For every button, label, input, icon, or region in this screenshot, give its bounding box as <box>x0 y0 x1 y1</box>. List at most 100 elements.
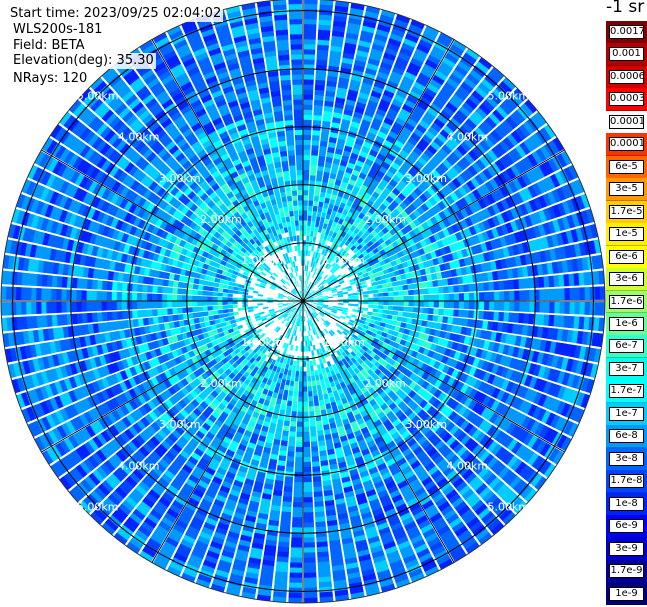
range-gate <box>305 270 308 277</box>
range-gate <box>151 285 158 293</box>
range-gate <box>368 304 374 309</box>
range-gate <box>378 292 384 297</box>
range-gate <box>514 301 520 312</box>
range-gate <box>327 296 334 299</box>
range-gate <box>303 74 315 80</box>
range-gate <box>306 260 310 267</box>
range-gate <box>539 289 545 301</box>
range-gate <box>76 301 82 313</box>
range-gate <box>398 296 405 301</box>
range-gate <box>217 309 224 315</box>
range-gate <box>368 301 374 305</box>
range-gate <box>304 8 318 15</box>
range-gate <box>393 291 399 296</box>
range-gate <box>408 295 415 301</box>
range-gate <box>303 109 313 115</box>
range-gate <box>20 302 27 315</box>
range-gate <box>289 572 302 579</box>
range-gate <box>289 577 302 584</box>
range-gate <box>252 305 259 309</box>
range-gate <box>348 303 354 307</box>
range-gate <box>428 308 435 315</box>
range-gate <box>292 507 303 513</box>
range-gate <box>131 292 138 301</box>
range-gate <box>151 293 158 301</box>
range-gate <box>299 366 303 372</box>
range-gate <box>363 294 369 298</box>
range-gate <box>310 431 317 438</box>
range-gate <box>121 292 128 301</box>
range-gate <box>524 289 530 301</box>
range-gate <box>303 164 310 171</box>
range-gate <box>303 527 315 533</box>
range-gate <box>217 287 224 293</box>
range-gate <box>212 301 218 306</box>
range-gate <box>303 28 317 35</box>
range-gate <box>308 406 315 412</box>
range-gate <box>290 324 294 330</box>
range-gate <box>373 304 379 309</box>
range-gate <box>187 289 193 295</box>
range-gate <box>294 466 303 473</box>
range-gate <box>289 426 296 433</box>
range-gate <box>423 294 430 301</box>
range-gate <box>61 301 67 313</box>
range-gate <box>106 291 112 301</box>
range-gate <box>304 572 317 579</box>
range-gate <box>378 297 384 301</box>
range-gate <box>305 245 309 251</box>
range-gate <box>303 492 313 498</box>
range-gate <box>197 290 203 296</box>
range-gate <box>30 287 37 301</box>
range-gate <box>392 310 399 316</box>
range-gate <box>197 306 203 312</box>
range-gate <box>303 456 311 463</box>
range-gate <box>306 230 311 236</box>
range-gate <box>363 301 369 305</box>
range-gate <box>304 265 307 271</box>
range-gate <box>303 391 308 398</box>
range-gate <box>274 310 280 314</box>
range-gate <box>306 361 310 367</box>
range-gate <box>258 311 265 315</box>
range-gate <box>297 406 303 413</box>
range-gate <box>311 139 320 146</box>
range-gate <box>237 290 244 295</box>
range-gate <box>338 302 344 306</box>
range-gate <box>288 441 296 448</box>
range-gate <box>61 289 67 301</box>
range-gate <box>289 582 302 589</box>
range-gate <box>293 481 303 488</box>
range-gate <box>307 345 311 352</box>
range-gate <box>423 288 430 295</box>
range-gate <box>247 306 254 310</box>
range-gate <box>514 290 520 301</box>
range-gate <box>413 307 419 313</box>
range-gate <box>303 512 314 518</box>
range-gate <box>489 301 495 311</box>
range-gate <box>468 301 475 310</box>
range-gate <box>111 291 117 301</box>
range-gate <box>303 497 313 503</box>
range-gate <box>303 547 316 554</box>
range-gate <box>292 360 297 367</box>
range-gate <box>298 381 303 387</box>
range-gate <box>382 287 389 293</box>
range-gate <box>294 335 298 342</box>
range-gate <box>289 380 295 387</box>
range-gate <box>303 461 312 468</box>
range-gate <box>86 301 92 312</box>
range-gate <box>433 301 440 308</box>
range-gate <box>295 345 299 352</box>
range-gate <box>233 311 239 316</box>
range-gate <box>499 301 505 311</box>
range-gate <box>303 33 316 40</box>
range-gate <box>310 154 318 161</box>
range-gate <box>299 326 302 332</box>
range-gate <box>289 360 294 366</box>
range-gate <box>308 401 314 407</box>
range-gate <box>146 301 153 309</box>
range-gate <box>303 43 316 50</box>
range-gate <box>303 149 311 156</box>
range-gate <box>227 293 233 298</box>
